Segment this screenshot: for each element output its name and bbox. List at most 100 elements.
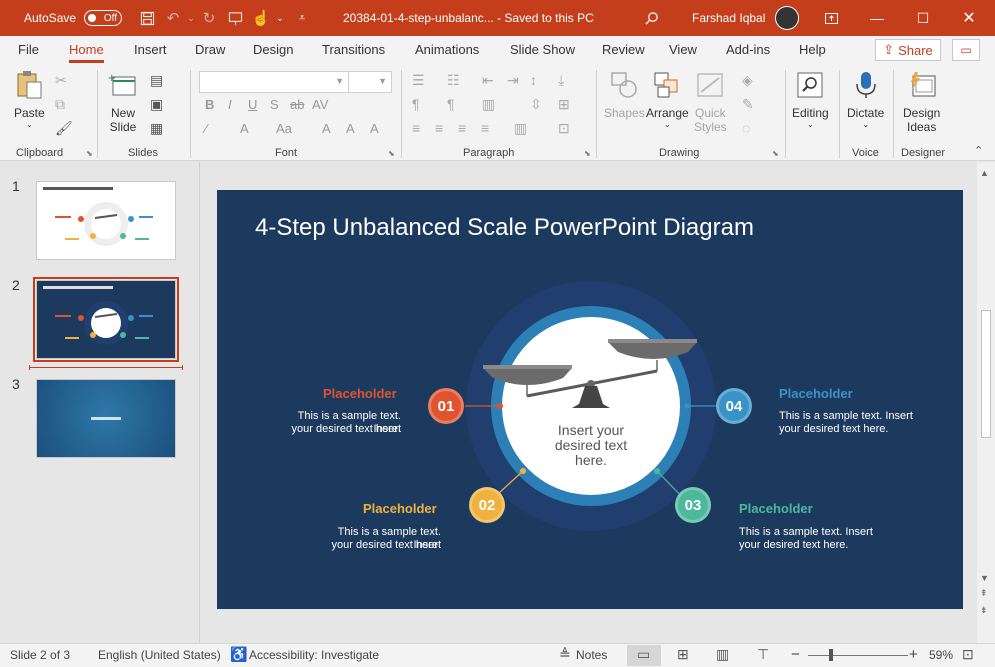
bold-icon[interactable]: B — [205, 97, 214, 112]
tab-draw[interactable]: Draw — [195, 42, 225, 57]
touch-mode-icon[interactable]: ☝ — [248, 0, 274, 36]
bullets-icon[interactable]: ☰ — [412, 72, 425, 89]
slide-show-icon[interactable]: ⊤ — [757, 646, 769, 663]
step-04-text-1[interactable]: This is a sample text. Insert — [779, 410, 919, 423]
columns-icon[interactable]: ▥ — [482, 96, 495, 113]
font-color-icon[interactable]: A — [240, 121, 249, 136]
step-04-title[interactable]: Placeholder — [779, 386, 853, 401]
next-slide-icon[interactable]: ⇟ — [980, 605, 988, 616]
slide-canvas[interactable]: 4-Step Unbalanced Scale PowerPoint Diagr… — [217, 190, 963, 609]
smartart-icon[interactable]: ⊞ — [558, 96, 570, 113]
tab-slide-show[interactable]: Slide Show — [510, 42, 575, 57]
step-02-text-2[interactable]: your desired text here. — [311, 539, 441, 552]
step-04-badge[interactable]: 04 — [716, 388, 752, 424]
thumbnail-slide-3[interactable] — [36, 379, 176, 458]
center-text[interactable]: Insert your desired text here. — [553, 423, 629, 468]
scroll-up-icon[interactable]: ▲ — [980, 168, 989, 178]
numbering-icon[interactable]: ☷ — [447, 72, 460, 89]
notes-button[interactable]: Notes — [576, 648, 607, 662]
shape-effects-icon[interactable]: ◌ — [742, 120, 750, 136]
user-name[interactable]: Farshad Iqbal — [692, 0, 765, 36]
minimize-icon[interactable]: — — [854, 0, 900, 36]
slide-sorter-icon[interactable]: ⊞ — [677, 646, 689, 663]
reading-view-icon[interactable]: ▥ — [716, 646, 729, 663]
text-direction-icon[interactable]: ⤓ — [558, 72, 564, 89]
paragraph-launcher-icon[interactable]: ⬊ — [584, 149, 591, 158]
step-02-badge[interactable]: 02 — [469, 487, 505, 523]
arrange-button[interactable]: Arrange ⌄ — [646, 70, 689, 129]
strikethrough-icon[interactable]: ab — [290, 97, 304, 112]
increase-indent-icon[interactable]: ⇥ — [507, 72, 519, 89]
font-launcher-icon[interactable]: ⬊ — [388, 149, 395, 158]
paste-button[interactable]: Paste ⌄ — [14, 70, 45, 129]
shapes-button[interactable]: Shapes — [604, 70, 645, 120]
step-03-title[interactable]: Placeholder — [739, 501, 813, 516]
highlight-icon[interactable]: ⁄ — [205, 121, 207, 136]
tab-add-ins[interactable]: Add-ins — [726, 42, 770, 57]
justify-icon[interactable]: ≡ — [481, 120, 489, 136]
design-ideas-button[interactable]: Design Ideas — [903, 70, 940, 134]
character-spacing-icon[interactable]: AV — [312, 97, 328, 112]
touch-dropdown-icon[interactable]: ⌄ — [274, 0, 286, 36]
align-left-icon[interactable]: ≡ — [412, 120, 420, 136]
tab-review[interactable]: Review — [602, 42, 645, 57]
vertical-scrollbar[interactable]: ▲ ▼ ⇞ ⇟ — [977, 162, 995, 643]
cut-icon[interactable]: ✂ — [55, 72, 67, 89]
ltr-icon[interactable]: ¶ — [412, 96, 420, 112]
step-02-title[interactable]: Placeholder — [363, 501, 437, 516]
grow-font-icon[interactable]: A — [322, 121, 331, 136]
search-icon[interactable] — [640, 0, 662, 36]
tab-transitions[interactable]: Transitions — [322, 42, 385, 57]
shrink-font-icon[interactable]: A — [346, 121, 355, 136]
share-button[interactable]: ⇪ Share — [875, 39, 941, 61]
scroll-down-icon[interactable]: ▼ — [980, 573, 989, 583]
decrease-indent-icon[interactable]: ⇤ — [482, 72, 494, 89]
tab-help[interactable]: Help — [799, 42, 826, 57]
align-text-icon[interactable]: ⇳ — [530, 96, 542, 113]
clipboard-launcher-icon[interactable]: ⬊ — [86, 149, 93, 158]
italic-icon[interactable]: I — [228, 97, 232, 112]
accessibility-status[interactable]: Accessibility: Investigate — [249, 648, 379, 662]
close-icon[interactable]: ✕ — [946, 0, 992, 36]
dictate-button[interactable]: Dictate ⌄ — [847, 70, 884, 129]
align-center-icon[interactable]: ≡ — [435, 120, 443, 136]
comments-button[interactable]: ▭ — [952, 39, 980, 61]
present-icon[interactable] — [222, 0, 248, 36]
step-01-title[interactable]: Placeholder — [323, 386, 397, 401]
notes-icon[interactable]: ≜ — [559, 646, 571, 663]
step-01-text-2[interactable]: your desired text here. — [271, 423, 401, 436]
shape-fill-icon[interactable]: ◈ — [742, 72, 753, 89]
align-right-icon[interactable]: ≡ — [458, 120, 466, 136]
undo-icon[interactable]: ↶ — [160, 0, 186, 36]
fit-to-window-icon[interactable]: ⊡ — [962, 646, 974, 663]
zoom-slider-thumb[interactable] — [829, 649, 833, 661]
normal-view-icon[interactable]: ▭ — [637, 646, 650, 663]
zoom-slider[interactable] — [808, 655, 908, 656]
quick-styles-button[interactable]: Quick Styles — [694, 70, 727, 134]
change-case-icon[interactable]: Aa — [276, 121, 292, 136]
zoom-out-icon[interactable]: − — [791, 646, 800, 663]
format-painter-icon[interactable]: 🖌 — [55, 120, 73, 137]
tab-view[interactable]: View — [669, 42, 697, 57]
ribbon-display-icon[interactable] — [808, 0, 854, 36]
step-01-badge[interactable]: 01 — [428, 388, 464, 424]
maximize-icon[interactable]: ☐ — [900, 0, 946, 36]
paragraph-extra-icon[interactable]: ⊡ — [558, 120, 570, 137]
tab-animations[interactable]: Animations — [415, 42, 479, 57]
shape-outline-icon[interactable]: ✎ — [742, 96, 754, 113]
step-03-badge[interactable]: 03 — [675, 487, 711, 523]
editing-button[interactable]: Editing ⌄ — [792, 70, 829, 129]
step-03-text-2[interactable]: your desired text here. — [739, 539, 879, 552]
previous-slide-icon[interactable]: ⇞ — [980, 588, 988, 599]
undo-dropdown-icon[interactable]: ⌄ — [186, 0, 196, 36]
zoom-in-icon[interactable]: + — [909, 646, 918, 663]
rtl-icon[interactable]: ¶ — [447, 96, 455, 112]
clear-formatting-icon[interactable]: A — [370, 121, 379, 136]
thumbnail-slide-1[interactable] — [36, 181, 176, 260]
copy-icon[interactable]: ⧉ — [55, 96, 65, 113]
thumbnail-slide-2[interactable] — [33, 277, 179, 362]
font-family-combo[interactable]: ▼ — [199, 71, 349, 93]
language-indicator[interactable]: English (United States) — [98, 648, 221, 662]
step-03-text-1[interactable]: This is a sample text. Insert — [739, 526, 879, 539]
drawing-launcher-icon[interactable]: ⬊ — [772, 149, 779, 158]
